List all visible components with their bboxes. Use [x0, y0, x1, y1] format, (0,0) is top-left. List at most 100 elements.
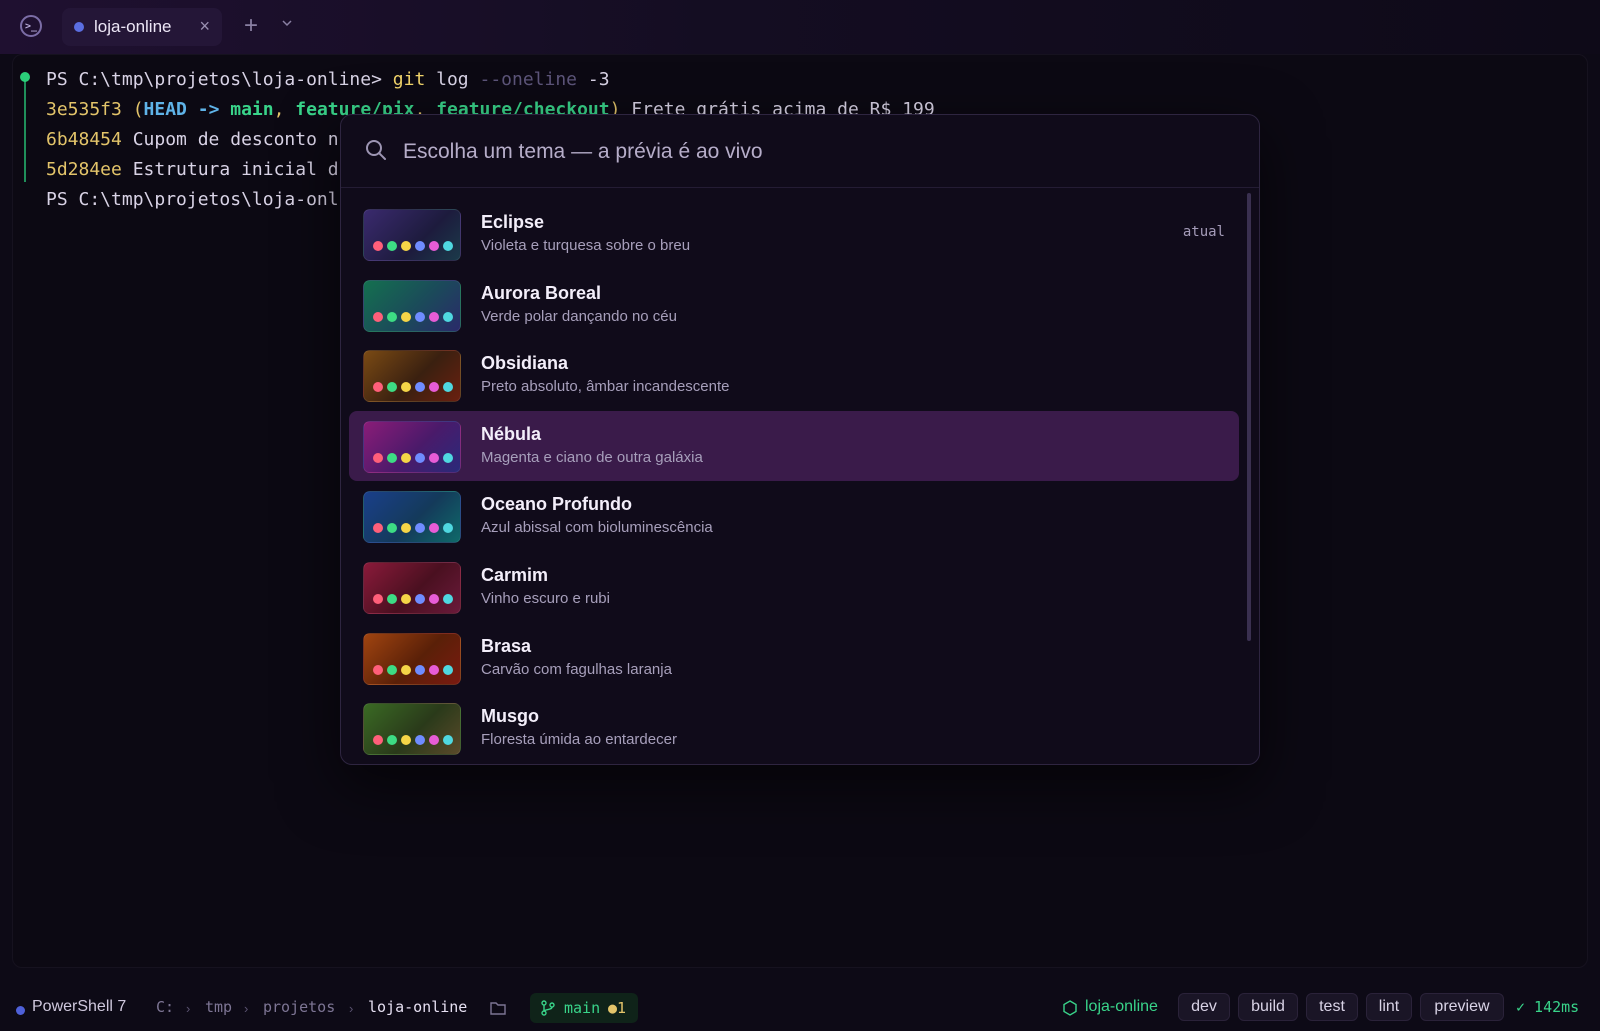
theme-swatch: [363, 421, 461, 473]
path-segment[interactable]: tmp: [205, 998, 232, 1016]
theme-item[interactable]: Aurora Boreal Verde polar dançando no céu: [349, 270, 1239, 340]
ref-head: HEAD ->: [143, 99, 231, 120]
command-name: git: [392, 69, 426, 90]
swatch-dot: [373, 735, 383, 745]
swatch-dot: [401, 312, 411, 322]
theme-item[interactable]: Eclipse Violeta e turquesa sobre o breu at…: [349, 199, 1239, 269]
theme-description: Vinho escuro e rubi: [481, 590, 610, 607]
swatch-dot: [443, 735, 453, 745]
swatch-dot: [429, 312, 439, 322]
swatch-dot: [401, 523, 411, 533]
swatch-dot: [443, 312, 453, 322]
swatch-dot: [415, 594, 425, 604]
command-arg: log: [425, 69, 480, 90]
swatch-dot: [401, 382, 411, 392]
theme-description: Verde polar dançando no céu: [481, 308, 677, 325]
swatch-dot: [415, 523, 425, 533]
commit-hash: 5d284ee: [46, 159, 122, 180]
script-build-button[interactable]: build: [1238, 993, 1298, 1021]
theme-swatch: [363, 633, 461, 685]
swatch-dot: [429, 735, 439, 745]
git-branch-chip[interactable]: main ●1: [530, 993, 638, 1023]
theme-search-input[interactable]: [401, 135, 1225, 169]
script-lint-button[interactable]: lint: [1366, 993, 1412, 1021]
terminal-line-prompt: PS C:\tmp\projetos\loja-onl: [46, 188, 339, 212]
folder-icon[interactable]: [490, 1001, 506, 1015]
swatch-dot: [401, 241, 411, 251]
powershell-icon[interactable]: >_: [20, 15, 42, 37]
swatch-dot: [387, 453, 397, 463]
prompt-text: PS C:\tmp\projetos\loja-online>: [46, 69, 393, 90]
search-icon: [366, 140, 386, 160]
swatch-dot: [373, 523, 383, 533]
theme-item[interactable]: Oceano Profundo Azul abissal com biolumin…: [349, 481, 1239, 551]
path-segment[interactable]: C:: [156, 998, 174, 1016]
command-arg: -3: [577, 69, 610, 90]
swatch-dot: [387, 382, 397, 392]
new-tab-button[interactable]: +: [244, 12, 258, 40]
theme-name: Eclipse: [481, 212, 545, 232]
project-name[interactable]: loja-online: [1085, 998, 1158, 1016]
commit-message: Estrutura inicial d: [121, 159, 339, 180]
swatch-color-dots: [373, 735, 453, 745]
script-test-button[interactable]: test: [1306, 993, 1358, 1021]
swatch-color-dots: [373, 453, 453, 463]
script-preview-button[interactable]: preview: [1420, 993, 1504, 1021]
title-bar: >_ loja-online × +: [0, 0, 1600, 54]
theme-swatch: [363, 703, 461, 755]
theme-search-row: [341, 115, 1259, 188]
theme-name: Musgo: [481, 706, 539, 726]
command-flag: --oneline: [479, 69, 578, 90]
swatch-dot: [443, 453, 453, 463]
current-theme-badge: atual: [1182, 224, 1225, 240]
swatch-color-dots: [373, 594, 453, 604]
swatch-dot: [443, 382, 453, 392]
theme-item[interactable]: Brasa Carvão com fagulhas laranja: [349, 623, 1239, 693]
path-segment-current[interactable]: loja-online: [368, 998, 467, 1016]
ref-open: (: [121, 99, 144, 120]
ref-sep: ,: [273, 99, 296, 120]
theme-swatch: [363, 350, 461, 402]
theme-item[interactable]: Musgo Floresta úmida ao entardecer: [349, 693, 1239, 763]
swatch-dot: [387, 241, 397, 251]
theme-list-scrollbar[interactable]: [1247, 193, 1251, 641]
swatch-dot: [415, 241, 425, 251]
tab-close-icon[interactable]: ×: [199, 16, 210, 37]
theme-item[interactable]: Nébula Magenta e ciano de outra galáxia: [349, 411, 1239, 481]
theme-item[interactable]: Carmim Vinho escuro e rubi: [349, 552, 1239, 622]
script-dev-button[interactable]: dev: [1178, 993, 1230, 1021]
git-branch-name: main: [564, 999, 601, 1017]
theme-item[interactable]: Obsidiana Preto absoluto, âmbar incandesc…: [349, 340, 1239, 410]
swatch-dot: [401, 594, 411, 604]
shell-name[interactable]: PowerShell 7: [32, 998, 126, 1016]
swatch-color-dots: [373, 665, 453, 675]
theme-description: Floresta úmida ao entardecer: [481, 731, 677, 748]
theme-swatch: [363, 280, 461, 332]
swatch-dot: [373, 382, 383, 392]
swatch-dot: [373, 594, 383, 604]
command-gutter: [24, 80, 26, 182]
path-segment[interactable]: projetos: [263, 998, 335, 1016]
ref-branch: main: [230, 99, 274, 120]
swatch-dot: [429, 453, 439, 463]
theme-swatch: [363, 491, 461, 543]
terminal-line-commit: 5d284ee Estrutura inicial d: [46, 158, 339, 182]
commit-hash: 3e535f3: [46, 99, 122, 120]
tab-loja-online[interactable]: loja-online ×: [62, 8, 222, 46]
path-separator-icon: ›: [349, 1001, 354, 1016]
swatch-dot: [429, 382, 439, 392]
theme-description: Violeta e turquesa sobre o breu: [481, 237, 691, 254]
swatch-dot: [373, 312, 383, 322]
terminal-line-prompt: PS C:\tmp\projetos\loja-online> git log …: [46, 68, 610, 92]
swatch-dot: [415, 453, 425, 463]
theme-name: Aurora Boreal: [481, 283, 602, 303]
theme-name: Nébula: [481, 424, 542, 444]
swatch-dot: [415, 312, 425, 322]
theme-description: Azul abissal com bioluminescência: [481, 519, 713, 536]
swatch-dot: [443, 241, 453, 251]
swatch-color-dots: [373, 312, 453, 322]
swatch-dot: [373, 665, 383, 675]
swatch-dot: [443, 665, 453, 675]
chevron-down-icon[interactable]: [282, 18, 292, 28]
shell-status-dot: [16, 1006, 25, 1015]
